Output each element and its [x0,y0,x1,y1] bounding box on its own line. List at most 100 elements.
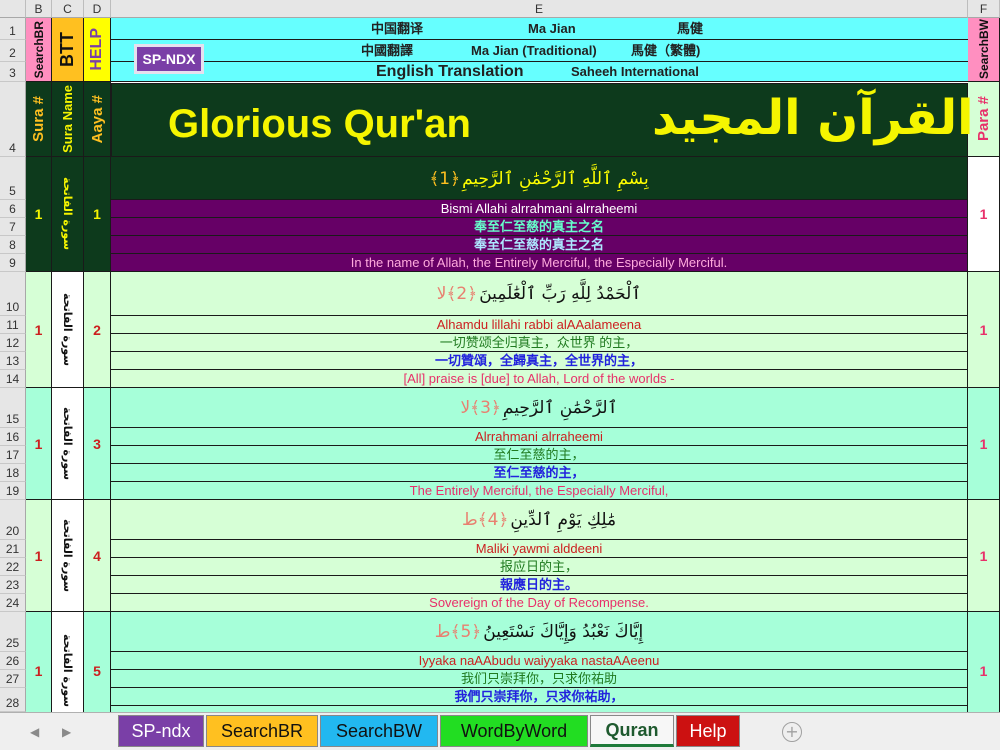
row-header[interactable]: 26 [0,652,26,670]
transliteration-cell[interactable]: Alhamdu lillahi rabbi alAAalameena [111,316,968,334]
para-number-cell[interactable]: 1 [968,157,1000,272]
spreadsheet-grid[interactable]: B C D E F 1 2 3 4 5 6 7 8 9 10 11 12 13 14 15 16 17 18 19 2… [0,0,1000,712]
english-translation-cell[interactable]: Sovereign of the Day of Recompense. [111,594,968,612]
search-br-header-cell[interactable]: SearchBR [26,18,52,82]
verse-end-marker: ﴿5﴾ط [434,622,482,642]
transliteration-cell[interactable]: Bismi Allahi alrrahmani alrraheemi [111,200,968,218]
para-number-cell[interactable]: 1 [968,272,1000,388]
btt-header-cell[interactable]: BTT [52,18,84,82]
row-header[interactable]: 1 [0,18,26,40]
chinese-traditional-cell[interactable]: 一切贊頌，全歸真主，全世界的主， [111,352,968,370]
sura-name-cell[interactable]: سورة الفاتحة [52,500,84,612]
aaya-number-cell[interactable]: 2 [84,272,111,388]
row-header[interactable]: 27 [0,670,26,688]
aaya-number-cell[interactable]: 5 [84,612,111,712]
aaya-number-cell[interactable]: 4 [84,500,111,612]
column-header-e[interactable]: E [111,0,968,18]
arabic-verse-cell[interactable]: ٱلْحَمْدُ لِلَّهِ رَبِّ ٱلْعَٰلَمِينَ ﴿2﴾… [111,272,968,316]
row-header[interactable]: 4 [0,82,26,157]
sura-name-cell[interactable]: سورة الفاتحة [52,388,84,500]
row3-english-label: English Translation [376,63,524,80]
row-header[interactable]: 16 [0,428,26,446]
row-header[interactable]: 11 [0,316,26,334]
row-header[interactable]: 21 [0,540,26,558]
row-header[interactable]: 13 [0,352,26,370]
english-translation-cell[interactable]: In the name of Allah, the Entirely Merci… [111,254,968,272]
row-header[interactable]: 15 [0,388,26,428]
row-header[interactable]: 18 [0,464,26,482]
tab-quran[interactable]: Quran [590,715,674,747]
arabic-verse-cell[interactable]: إِيَّاكَ نَعْبُدُ وَإِيَّاكَ نَسْتَعِينُ… [111,612,968,652]
arabic-verse-cell[interactable]: مَٰلِكِ يَوْمِ ٱلدِّينِ ﴿4﴾ط [111,500,968,540]
arabic-verse-cell[interactable]: بِسْمِ ٱللَّهِ ٱلرَّحْمَٰنِ ٱلرَّحِيمِ ﴿1… [111,157,968,200]
para-number-cell[interactable]: 1 [968,612,1000,712]
row-header[interactable]: 2 [0,40,26,62]
row-header[interactable]: 23 [0,576,26,594]
column-header-b[interactable]: B [26,0,52,18]
row-header[interactable]: 10 [0,272,26,316]
english-translation-cell[interactable]: The Entirely Merciful, the Especially Me… [111,482,968,500]
search-bw-header-cell[interactable]: SearchBW [968,18,1000,82]
chinese-traditional-cell[interactable]: 報應日的主。 [111,576,968,594]
column-header-f[interactable]: F [968,0,1000,18]
aaya-number-cell[interactable]: 3 [84,388,111,500]
tab-help[interactable]: Help [676,715,740,747]
tab-word-by-word[interactable]: WordByWord [440,715,588,747]
row-header[interactable]: 7 [0,218,26,236]
transliteration-cell[interactable]: Iyyaka naAAbudu waiyyaka nastaAAeenu [111,652,968,670]
para-number-cell[interactable]: 1 [968,500,1000,612]
row-header[interactable]: 28 [0,688,26,712]
sura-name-cell[interactable]: سورة الفاتحة [52,157,84,272]
chinese-traditional-cell[interactable]: 奉至仁至慈的真主之名 [111,236,968,254]
chinese-simplified-cell[interactable]: 至仁至慈的主， [111,446,968,464]
chinese-simplified-cell[interactable]: 一切赞颂全归真主，众世界 的主， [111,334,968,352]
aaya-number-cell[interactable]: 1 [84,157,111,272]
row2-translator: Ma Jian (Traditional) [471,43,597,58]
row-header[interactable]: 12 [0,334,26,352]
column-header-d[interactable]: D [84,0,111,18]
column-header-c[interactable]: C [52,0,84,18]
row-header[interactable]: 9 [0,254,26,272]
chinese-traditional-cell[interactable]: 至仁至慈的主， [111,464,968,482]
arabic-verse-text: ٱلْحَمْدُ لِلَّهِ رَبِّ ٱلْعَٰلَمِينَ [479,284,642,304]
transliteration-cell[interactable]: Alrrahmani alrraheemi [111,428,968,446]
add-sheet-icon[interactable]: + [782,722,802,742]
sura-number-cell[interactable]: 1 [26,500,52,612]
sura-number-cell[interactable]: 1 [26,612,52,712]
transliteration-cell[interactable]: Maliki yawmi alddeeni [111,540,968,558]
sura-name-text: سورة الفاتحة [61,292,74,367]
row-header[interactable]: 22 [0,558,26,576]
arabic-verse-cell[interactable]: ٱلرَّحْمَٰنِ ٱلرَّحِيمِ ﴿3﴾لا [111,388,968,428]
sura-name-cell[interactable]: سورة الفاتحة [52,272,84,388]
row-header[interactable]: 8 [0,236,26,254]
sura-name-cell[interactable]: سورة الفاتحة [52,612,84,712]
chinese-simplified-cell[interactable]: 我们只崇拜你，只求你祐助 [111,670,968,688]
sura-number-cell[interactable]: 1 [26,272,52,388]
verse-end-marker: ﴿2﴾لا [436,284,478,304]
row-header[interactable]: 5 [0,157,26,200]
chinese-traditional-cell[interactable]: 我們只崇拜你，只求你祐助， [111,688,968,706]
row-header[interactable]: 6 [0,200,26,218]
chinese-simplified-cell[interactable]: 奉至仁至慈的真主之名 [111,218,968,236]
sura-number-cell[interactable]: 1 [26,157,52,272]
btt-label: BTT [57,32,77,67]
sp-ndx-button[interactable]: SP-NDX [134,44,204,74]
scroll-tabs-left-icon[interactable]: ◀ [30,725,39,739]
sura-number-cell[interactable]: 1 [26,388,52,500]
row-header[interactable]: 3 [0,62,26,82]
row-header[interactable]: 19 [0,482,26,500]
help-header-cell[interactable]: HELP [84,18,111,82]
english-translation-cell[interactable]: [All] praise is [due] to Allah, Lord of … [111,370,968,388]
tab-sp-ndx[interactable]: SP-ndx [118,715,204,747]
para-number-cell[interactable]: 1 [968,388,1000,500]
row-header[interactable]: 17 [0,446,26,464]
row-header[interactable]: 14 [0,370,26,388]
tab-search-br[interactable]: SearchBR [206,715,318,747]
chinese-simplified-cell[interactable]: 报应日的主， [111,558,968,576]
tab-search-bw[interactable]: SearchBW [320,715,438,747]
scroll-tabs-right-icon[interactable]: ▶ [62,725,71,739]
select-all-corner[interactable] [0,0,26,18]
row-header[interactable]: 25 [0,612,26,652]
row-header[interactable]: 20 [0,500,26,540]
row-header[interactable]: 24 [0,594,26,612]
